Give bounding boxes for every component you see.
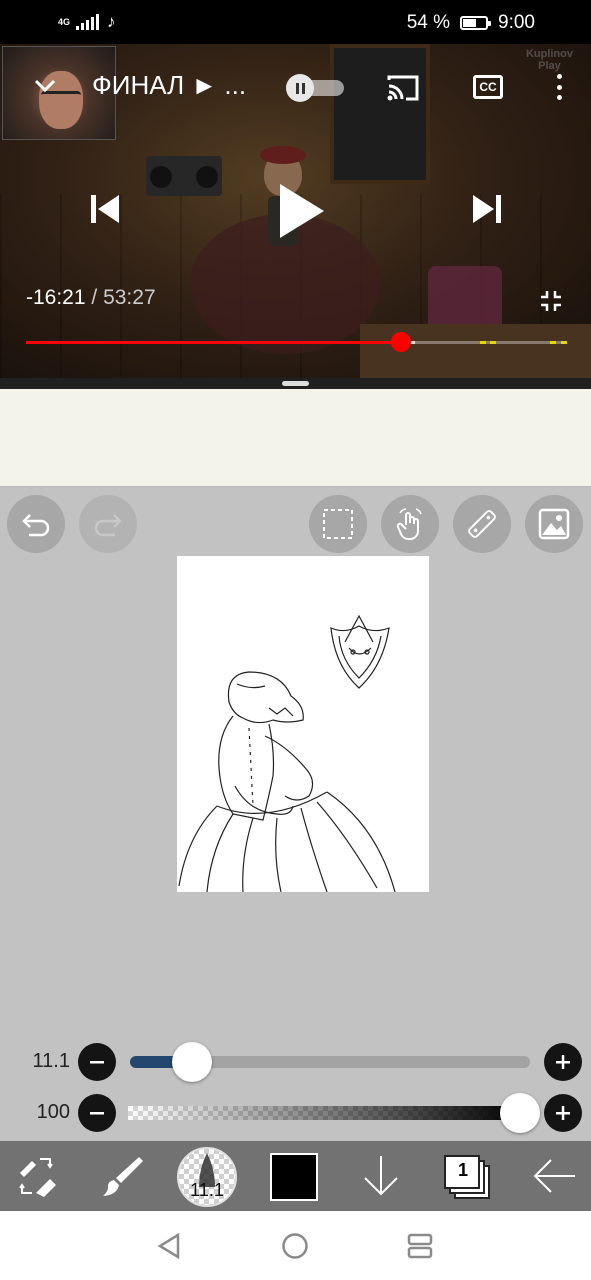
time-separator: / (91, 286, 98, 309)
video-player[interactable]: Kuplinov Play ФИНАЛ ► ... CC -16:21 / 53… (0, 44, 591, 378)
opacity-decrease-button[interactable] (78, 1094, 116, 1132)
ad-marker (479, 341, 486, 344)
minus-icon (90, 1061, 104, 1064)
brush-size-increase-button[interactable] (544, 1043, 582, 1081)
time-duration: 53:27 (103, 286, 156, 309)
captions-button[interactable]: CC (473, 75, 503, 99)
system-navigation-bar (0, 1211, 591, 1280)
minus-icon (90, 1112, 104, 1115)
status-right: 54 % 9:00 (407, 12, 535, 34)
plus-icon (556, 1106, 570, 1120)
undo-button[interactable] (7, 495, 65, 553)
time-remaining: -16:21 (26, 286, 86, 309)
status-left: 4G ♪ (58, 12, 116, 32)
app-header-area (0, 389, 591, 487)
redo-button[interactable] (79, 495, 137, 553)
sketch-drawing (178, 614, 396, 893)
undo-icon (22, 514, 50, 537)
divider-handle[interactable] (282, 381, 309, 386)
swap-tools-icon (19, 1158, 56, 1197)
redo-icon (94, 514, 122, 537)
battery-icon (460, 16, 492, 30)
brush-size-value: 11.1 (32, 1050, 70, 1072)
nav-back-icon[interactable] (156, 1232, 182, 1260)
chevron-down-icon[interactable] (32, 72, 58, 98)
previous-icon[interactable] (88, 192, 122, 226)
brush-size-decrease-button[interactable] (78, 1043, 116, 1081)
brush-tool-button[interactable] (96, 1141, 148, 1211)
selection-button[interactable] (309, 495, 367, 553)
pause-icon (286, 74, 314, 102)
selection-icon (323, 509, 353, 539)
signal-icon (76, 14, 100, 30)
tool-switch-button[interactable] (10, 1141, 64, 1211)
opacity-knob[interactable] (500, 1093, 540, 1133)
battery-percent: 54 % (406, 12, 451, 33)
ad-marker (549, 341, 556, 344)
layers-button[interactable]: 1 (444, 1155, 492, 1201)
status-bar: 4G ♪ 54 % 9:00 (0, 0, 591, 44)
seek-bar[interactable] (26, 332, 567, 352)
autoplay-toggle[interactable] (286, 74, 344, 102)
color-picker-button[interactable] (270, 1153, 318, 1201)
ad-marker (490, 341, 497, 344)
hand-icon (396, 508, 422, 540)
brush-size-slider-row: 11.1 (0, 1042, 591, 1082)
brush-icon (103, 1157, 143, 1196)
move-down-button[interactable] (355, 1141, 407, 1211)
opacity-slider-row: 100 (0, 1093, 591, 1133)
back-button[interactable] (528, 1141, 580, 1211)
tiktok-icon: ♪ (107, 12, 116, 31)
drawing-canvas[interactable] (177, 556, 429, 893)
play-icon[interactable] (276, 182, 326, 240)
ad-marker (560, 341, 567, 344)
brush-size-preview[interactable]: 11.1 (177, 1147, 237, 1207)
plus-icon (556, 1055, 570, 1069)
nav-recents-icon[interactable] (406, 1232, 434, 1260)
next-icon[interactable] (470, 192, 504, 226)
seek-played (26, 341, 402, 344)
arrow-left-icon (533, 1159, 575, 1193)
brush-size-badge: 11.1 (190, 1180, 224, 1200)
arrow-down-icon (364, 1156, 398, 1196)
image-icon (538, 508, 570, 540)
video-title: ФИНАЛ ► ... (92, 70, 247, 100)
time-display: -16:21 / 53:27 (26, 286, 156, 310)
nav-home-icon[interactable] (281, 1232, 309, 1260)
opacity-track[interactable] (128, 1106, 524, 1120)
image-import-button[interactable] (525, 495, 583, 553)
ruler-icon (468, 510, 496, 538)
ruler-button[interactable] (453, 495, 511, 553)
canvas-area[interactable]: 11.1 100 (0, 487, 591, 1141)
brush-size-knob[interactable] (172, 1042, 212, 1082)
bottom-toolbar: 11.1 1 (0, 1141, 591, 1211)
more-options-icon[interactable] (552, 74, 566, 100)
hand-tool-button[interactable] (381, 495, 439, 553)
cast-icon[interactable] (386, 74, 420, 102)
layer-count: 1 (457, 1160, 468, 1180)
opacity-value: 100 (36, 1101, 70, 1123)
network-type: 4G (58, 16, 71, 27)
opacity-increase-button[interactable] (544, 1094, 582, 1132)
clock: 9:00 (498, 12, 535, 33)
split-screen-divider[interactable] (0, 378, 591, 389)
exit-fullscreen-icon[interactable] (540, 290, 562, 312)
